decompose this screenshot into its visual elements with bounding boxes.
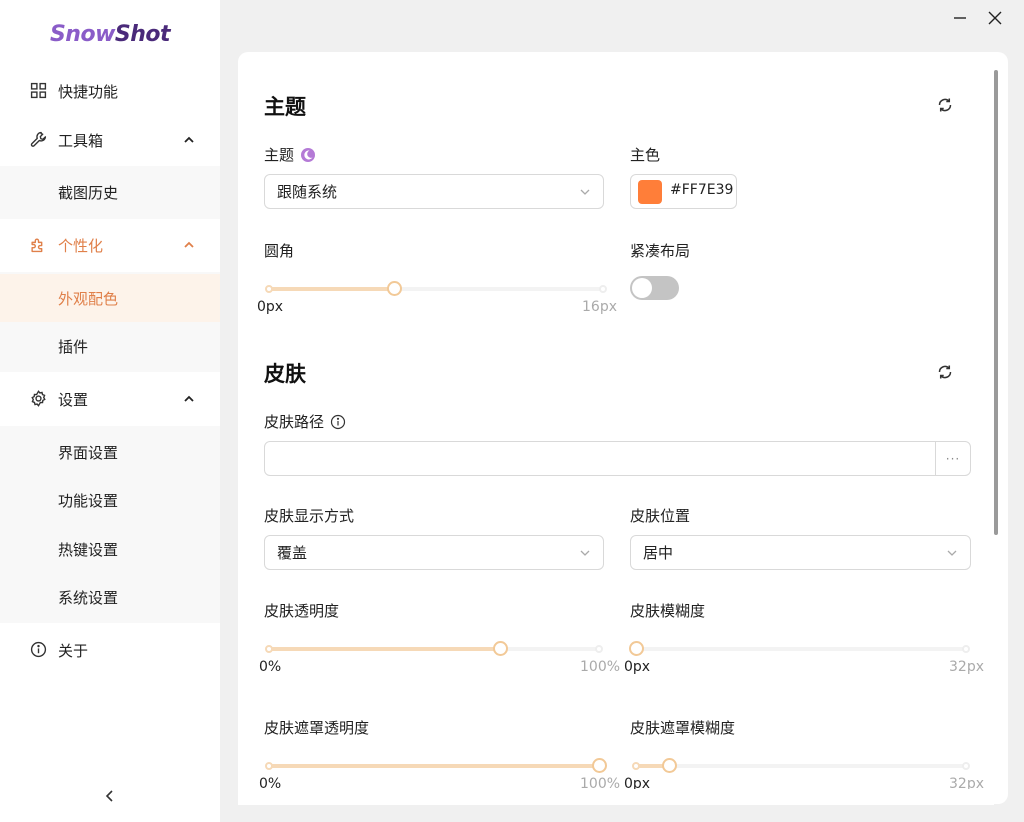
sidebar-item-ui-settings[interactable]: 界面设置 — [0, 428, 220, 476]
sidebar-item-appearance[interactable]: 外观配色 — [0, 274, 220, 322]
wrench-icon — [30, 131, 47, 147]
skin-path-input[interactable]: ··· — [264, 441, 971, 476]
theme-select[interactable]: 跟随系统 — [264, 174, 604, 209]
chevron-down-icon — [580, 189, 590, 195]
theme-field-label: 主题 — [264, 144, 316, 165]
reset-icon[interactable] — [936, 96, 954, 114]
skin-blur-max-label: 32px — [949, 659, 984, 675]
sidebar-item-about[interactable]: 关于 — [0, 626, 220, 674]
radius-min-label: 0px — [257, 299, 284, 315]
chevron-up-icon — [184, 241, 194, 248]
radius-max-label: 16px — [582, 299, 617, 315]
slider-fill — [269, 287, 394, 291]
collapse-sidebar-icon[interactable] — [100, 786, 120, 806]
chevron-up-icon — [184, 136, 194, 143]
sidebar-item-screenshot-history[interactable]: 截图历史 — [0, 168, 220, 216]
skin-blur-min-label: 0px — [624, 659, 651, 675]
grid-icon — [30, 82, 47, 99]
slider-start-dot — [265, 762, 273, 770]
slider-end-dot — [962, 645, 970, 653]
chevron-up-icon — [184, 395, 194, 402]
slider-handle[interactable] — [592, 758, 607, 773]
skin-position-select[interactable]: 居中 — [630, 535, 971, 570]
puzzle-icon — [31, 238, 43, 253]
sidebar-item-label: 关于 — [58, 641, 89, 660]
browse-button[interactable]: ··· — [935, 442, 970, 475]
slider-handle[interactable] — [387, 281, 402, 296]
sidebar-item-label: 个性化 — [58, 236, 104, 255]
moon-icon — [301, 147, 316, 162]
skin-display-mode-select[interactable]: 覆盖 — [264, 535, 604, 570]
skin-display-mode-label: 皮肤显示方式 — [264, 507, 355, 525]
slider-fill — [269, 764, 599, 768]
skin-blur-label: 皮肤模糊度 — [630, 602, 706, 620]
skin-section-title: 皮肤 — [264, 362, 306, 386]
primary-color-picker[interactable]: #FF7E39 — [630, 174, 737, 209]
compact-layout-toggle[interactable] — [630, 276, 679, 300]
theme-section-title: 主题 — [264, 95, 306, 119]
app-logo: SnowShot — [49, 22, 171, 47]
slider-end-dot — [595, 645, 603, 653]
skin-mask-blur-label: 皮肤遮罩模糊度 — [630, 719, 736, 737]
slider-handle[interactable] — [662, 758, 677, 773]
slider-handle[interactable] — [629, 641, 644, 656]
skin-opacity-label: 皮肤透明度 — [264, 602, 340, 620]
compact-layout-label: 紧凑布局 — [630, 242, 691, 260]
skin-mask-blur-slider[interactable] — [632, 758, 970, 773]
personalization-submenu: 外观配色 插件 — [0, 272, 220, 372]
sidebar: SnowShot 快捷功能 工具箱 截图历史 个性化 外观配色 插件 设置 界面… — [0, 0, 220, 822]
skin-opacity-max-label: 100% — [580, 659, 621, 675]
slider-end-dot — [599, 285, 607, 293]
sidebar-item-label: 设置 — [58, 390, 89, 409]
slider-fill — [269, 647, 500, 651]
settings-card — [238, 52, 1008, 804]
sidebar-item-label: 快捷功能 — [58, 82, 119, 101]
color-swatch — [638, 180, 662, 204]
skin-mask-opacity-slider[interactable] — [265, 758, 607, 773]
skin-path-label: 皮肤路径 — [264, 411, 346, 432]
toggle-knob — [632, 278, 652, 298]
sidebar-item-personalization[interactable]: 个性化 — [0, 221, 220, 269]
minimize-icon[interactable] — [952, 10, 968, 26]
gear-icon — [31, 390, 46, 407]
toolbox-submenu: 截图历史 — [0, 166, 220, 219]
slider-start-dot — [265, 645, 273, 653]
skin-position-label: 皮肤位置 — [630, 507, 691, 525]
sidebar-item-quick-functions[interactable]: 快捷功能 — [0, 67, 220, 115]
chevron-down-icon — [580, 550, 590, 556]
settings-submenu: 界面设置 功能设置 热键设置 系统设置 — [0, 426, 220, 623]
reset-icon[interactable] — [936, 363, 954, 381]
chevron-down-icon — [947, 550, 957, 556]
scroll-clip — [238, 789, 994, 805]
info-icon — [30, 641, 47, 658]
primary-color-label: 主色 — [630, 146, 661, 164]
radius-label: 圆角 — [264, 242, 295, 260]
skin-opacity-slider[interactable] — [265, 641, 603, 656]
slider-end-dot — [962, 762, 970, 770]
close-icon[interactable] — [987, 10, 1003, 26]
slider-start-dot — [265, 285, 273, 293]
skin-opacity-min-label: 0% — [259, 659, 282, 675]
sidebar-item-system-settings[interactable]: 系统设置 — [0, 573, 220, 621]
radius-slider[interactable] — [265, 281, 607, 296]
skin-blur-slider[interactable] — [629, 641, 970, 656]
sidebar-item-function-settings[interactable]: 功能设置 — [0, 476, 220, 524]
slider-start-dot — [632, 762, 640, 770]
skin-mask-opacity-label: 皮肤遮罩透明度 — [264, 719, 370, 737]
content-scrollbar[interactable] — [994, 70, 998, 535]
sidebar-item-plugins[interactable]: 插件 — [0, 322, 220, 370]
sidebar-item-label: 工具箱 — [58, 131, 104, 150]
sidebar-item-hotkey-settings[interactable]: 热键设置 — [0, 525, 220, 573]
sidebar-item-settings[interactable]: 设置 — [0, 375, 220, 423]
sidebar-item-toolbox[interactable]: 工具箱 — [0, 116, 220, 164]
info-icon — [330, 414, 346, 429]
slider-handle[interactable] — [493, 641, 508, 656]
